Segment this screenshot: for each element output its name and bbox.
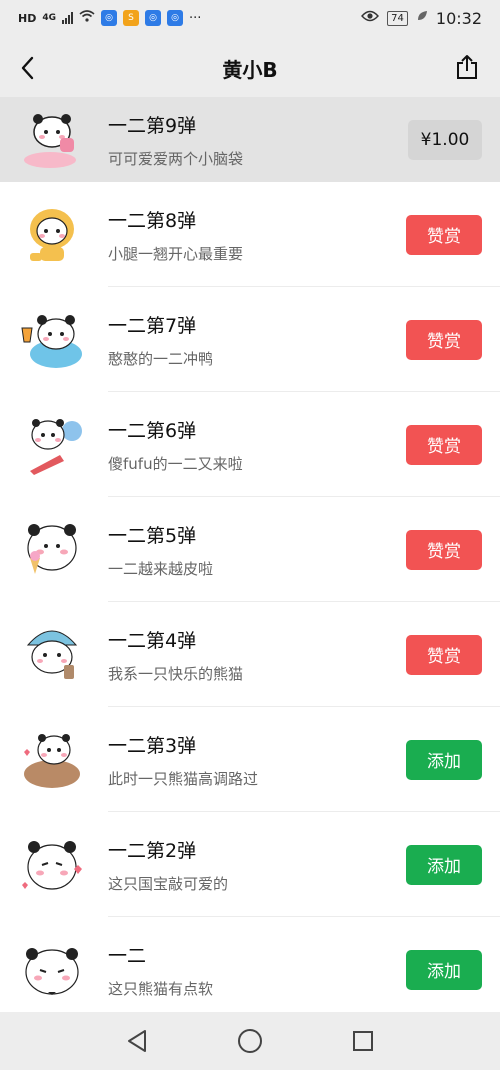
clock: 10:32 xyxy=(435,8,482,28)
wifi-icon xyxy=(79,10,95,26)
app-notification-icon: ◎ xyxy=(101,10,117,26)
hd-indicator: HD xyxy=(18,11,37,25)
list-item[interactable]: 一二第5弹 一二越来越皮啦 赞赏 xyxy=(0,497,500,602)
chevron-left-icon xyxy=(21,56,34,80)
circle-home-icon xyxy=(237,1029,262,1053)
back-button[interactable] xyxy=(14,54,42,82)
system-nav-bar xyxy=(0,1012,500,1070)
nav-header: 黄小B xyxy=(0,36,500,100)
list-item[interactable]: 一二第2弹 这只国宝敲可爱的 添加 xyxy=(0,812,500,917)
sticker-thumbnail xyxy=(20,728,84,792)
share-icon xyxy=(457,55,477,79)
sticker-thumbnail xyxy=(20,413,84,477)
add-button[interactable]: 添加 xyxy=(406,844,482,885)
app-notification-icon: ◎ xyxy=(145,10,161,26)
share-button[interactable] xyxy=(452,52,482,82)
status-right: 74 10:32 xyxy=(361,9,482,28)
list-item[interactable]: 一二第9弹 可可爱爱两个小脑袋 ¥1.00 xyxy=(0,97,500,182)
more-notifications-icon: ··· xyxy=(189,10,202,26)
add-button[interactable]: 添加 xyxy=(406,739,482,780)
reward-button[interactable]: 赞赏 xyxy=(406,319,482,360)
status-left: HD 4G ◎ S ◎ ◎ ··· xyxy=(18,10,201,26)
list-item[interactable]: 一二第3弹 此时一只熊猫高调路过 添加 xyxy=(0,707,500,812)
page-title: 黄小B xyxy=(222,57,278,82)
sticker-list: 一二第9弹 可可爱爱两个小脑袋 ¥1.00 一二第8弹 小腿一翘开心最重要 赞赏… xyxy=(0,97,500,1022)
list-item[interactable]: 一二第7弹 憨憨的一二冲鸭 赞赏 xyxy=(0,287,500,392)
square-recents-icon xyxy=(353,1031,374,1051)
sticker-thumbnail xyxy=(20,623,84,687)
reward-button[interactable]: 赞赏 xyxy=(406,634,482,675)
price-button[interactable]: ¥1.00 xyxy=(408,119,482,160)
nav-home-button[interactable] xyxy=(230,1021,270,1061)
reward-button[interactable]: 赞赏 xyxy=(406,529,482,570)
nav-recents-button[interactable] xyxy=(343,1021,383,1061)
nav-back-button[interactable] xyxy=(117,1021,157,1061)
sticker-thumbnail xyxy=(20,833,84,897)
battery-icon: 74 xyxy=(387,10,408,26)
list-item[interactable]: 一二 这只熊猫有点软 添加 xyxy=(0,917,500,1022)
sticker-thumbnail xyxy=(20,108,84,172)
list-item[interactable]: 一二第8弹 小腿一翘开心最重要 赞赏 xyxy=(0,182,500,287)
sticker-thumbnail xyxy=(20,203,84,267)
triangle-back-icon xyxy=(127,1030,146,1052)
list-item[interactable]: 一二第4弹 我系一只快乐的熊猫 赞赏 xyxy=(0,602,500,707)
sticker-thumbnail xyxy=(20,938,84,1002)
eye-icon xyxy=(361,10,380,26)
app-notification-icon: S xyxy=(123,10,139,26)
app-notification-icon: ◎ xyxy=(167,10,183,26)
reward-button[interactable]: 赞赏 xyxy=(406,424,482,465)
leaf-icon xyxy=(416,10,428,26)
sticker-thumbnail xyxy=(20,308,84,372)
sticker-thumbnail xyxy=(20,518,84,582)
add-button[interactable]: 添加 xyxy=(406,949,482,990)
status-bar: HD 4G ◎ S ◎ ◎ ··· 74 10:32 xyxy=(0,0,500,36)
signal-icon xyxy=(62,12,73,24)
list-item[interactable]: 一二第6弹 傻fufu的一二又来啦 赞赏 xyxy=(0,392,500,497)
reward-button[interactable]: 赞赏 xyxy=(406,214,482,255)
network-type: 4G xyxy=(42,13,56,23)
